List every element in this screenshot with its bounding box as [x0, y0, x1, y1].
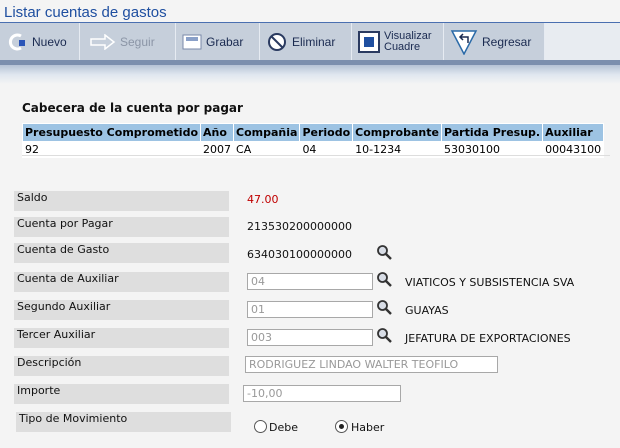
segundo-auxiliar-field[interactable]: 01 — [247, 301, 373, 318]
column-header: Compañia — [233, 123, 301, 142]
header-table: Presupuesto Comprometido Año Compañia Pe… — [21, 123, 605, 158]
search-icon-tercer-auxiliar[interactable] — [376, 327, 393, 344]
column-header: Auxiliar — [542, 123, 605, 142]
decorative-band-dark — [0, 60, 620, 65]
section-heading: Cabecera de la cuenta por pagar — [22, 101, 243, 115]
cuenta-auxiliar-label: Cuenta de Auxiliar — [14, 272, 229, 292]
arrow-right-icon — [90, 33, 116, 50]
visualizar-cuadre-button[interactable]: Visualizar Cuadre — [352, 23, 444, 60]
visualizar-label: Visualizar Cuadre — [384, 30, 432, 53]
cuenta-auxiliar-description: VIATICOS Y SUBSISTENCIA SVA — [405, 276, 575, 289]
eliminar-label: Eliminar — [292, 34, 336, 49]
grabar-label: Grabar — [206, 34, 244, 49]
cuenta-pagar-value: 213530200000000 — [247, 220, 352, 233]
column-header: Comprobante — [352, 123, 442, 142]
haber-radio-label: Haber — [351, 421, 385, 434]
delete-icon — [268, 32, 286, 51]
segundo-auxiliar-label: Segundo Auxiliar — [14, 300, 229, 320]
seguir-label: Seguir — [120, 34, 155, 49]
debe-radio-label: Debe — [269, 421, 298, 434]
column-header: Año — [200, 123, 235, 142]
page-title: Listar cuentas de gastos — [4, 4, 167, 21]
tercer-auxiliar-description: JEFATURA DE EXPORTACIONES — [405, 332, 571, 345]
descripcion-label: Descripción — [14, 356, 229, 376]
tipo-movimiento-label: Tipo de Movimiento — [16, 412, 231, 432]
search-icon-cuenta-auxiliar[interactable] — [376, 271, 393, 288]
search-icon-segundo-auxiliar[interactable] — [376, 299, 393, 316]
importe-label: Importe — [14, 384, 229, 404]
regresar-label: Regresar — [482, 34, 532, 49]
cuenta-gasto-value: 634030100000000 — [247, 248, 352, 261]
seguir-button[interactable]: Seguir — [80, 23, 176, 60]
cuenta-auxiliar-field[interactable]: 04 — [247, 273, 373, 290]
saldo-value: 47.00 — [247, 193, 279, 206]
search-icon-cuenta-gasto[interactable] — [376, 244, 393, 261]
segundo-auxiliar-description: GUAYAS — [405, 304, 449, 317]
column-header: Partida Presup. — [440, 123, 544, 142]
save-icon — [182, 34, 202, 49]
table-header-row: Presupuesto Comprometido Año Compañia Pe… — [21, 123, 605, 142]
toolbar: Nuevo Seguir Grabar Eliminar Visualizar … — [0, 23, 545, 60]
new-icon — [8, 33, 25, 50]
back-icon — [450, 29, 478, 55]
regresar-button[interactable]: Regresar — [444, 23, 545, 60]
view-icon — [358, 30, 380, 53]
cuenta-pagar-label: Cuenta por Pagar — [14, 217, 229, 237]
section-divider — [22, 155, 610, 156]
cuenta-gasto-label: Cuenta de Gasto — [14, 243, 229, 263]
eliminar-button[interactable]: Eliminar — [260, 23, 352, 60]
toolbar-empty — [545, 23, 620, 60]
tercer-auxiliar-label: Tercer Auxiliar — [14, 328, 229, 348]
descripcion-field[interactable]: RODRIGUEZ LINDAO WALTER TEOFILO — [245, 356, 498, 373]
haber-radio[interactable] — [335, 420, 348, 433]
column-header: Periodo — [299, 123, 354, 142]
nuevo-button[interactable]: Nuevo — [0, 23, 80, 60]
nuevo-label: Nuevo — [32, 34, 67, 49]
tercer-auxiliar-field[interactable]: 003 — [247, 329, 373, 346]
importe-field[interactable]: -10,00 — [243, 385, 401, 402]
saldo-label: Saldo — [14, 191, 229, 211]
grabar-button[interactable]: Grabar — [176, 23, 260, 60]
visualizar-label-line2: Cuadre — [384, 40, 421, 53]
debe-radio[interactable] — [254, 420, 267, 433]
column-header: Presupuesto Comprometido — [21, 123, 202, 142]
